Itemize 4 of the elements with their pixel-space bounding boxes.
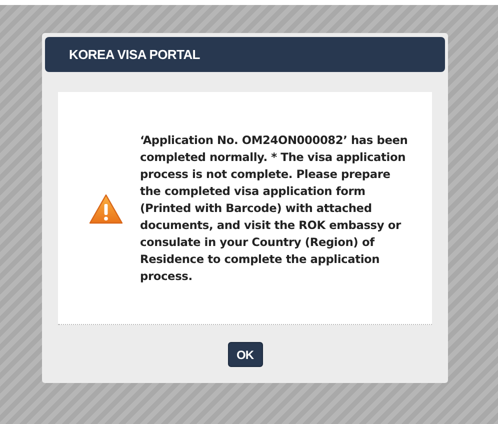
ok-button[interactable]: OK	[228, 342, 262, 367]
dialog-title: KOREA VISA PORTAL	[69, 47, 200, 62]
warning-icon	[89, 194, 123, 224]
message-text: ‘Application No. OM24ON000082’ has been completed normally. * The visa application process is not complete. Please prepare the completed visa application form (Printed with Barcode) with attached documents, and visit the ROK embassy or consulate in your Country (Region) of Residence to complete the application process.	[140, 132, 409, 284]
